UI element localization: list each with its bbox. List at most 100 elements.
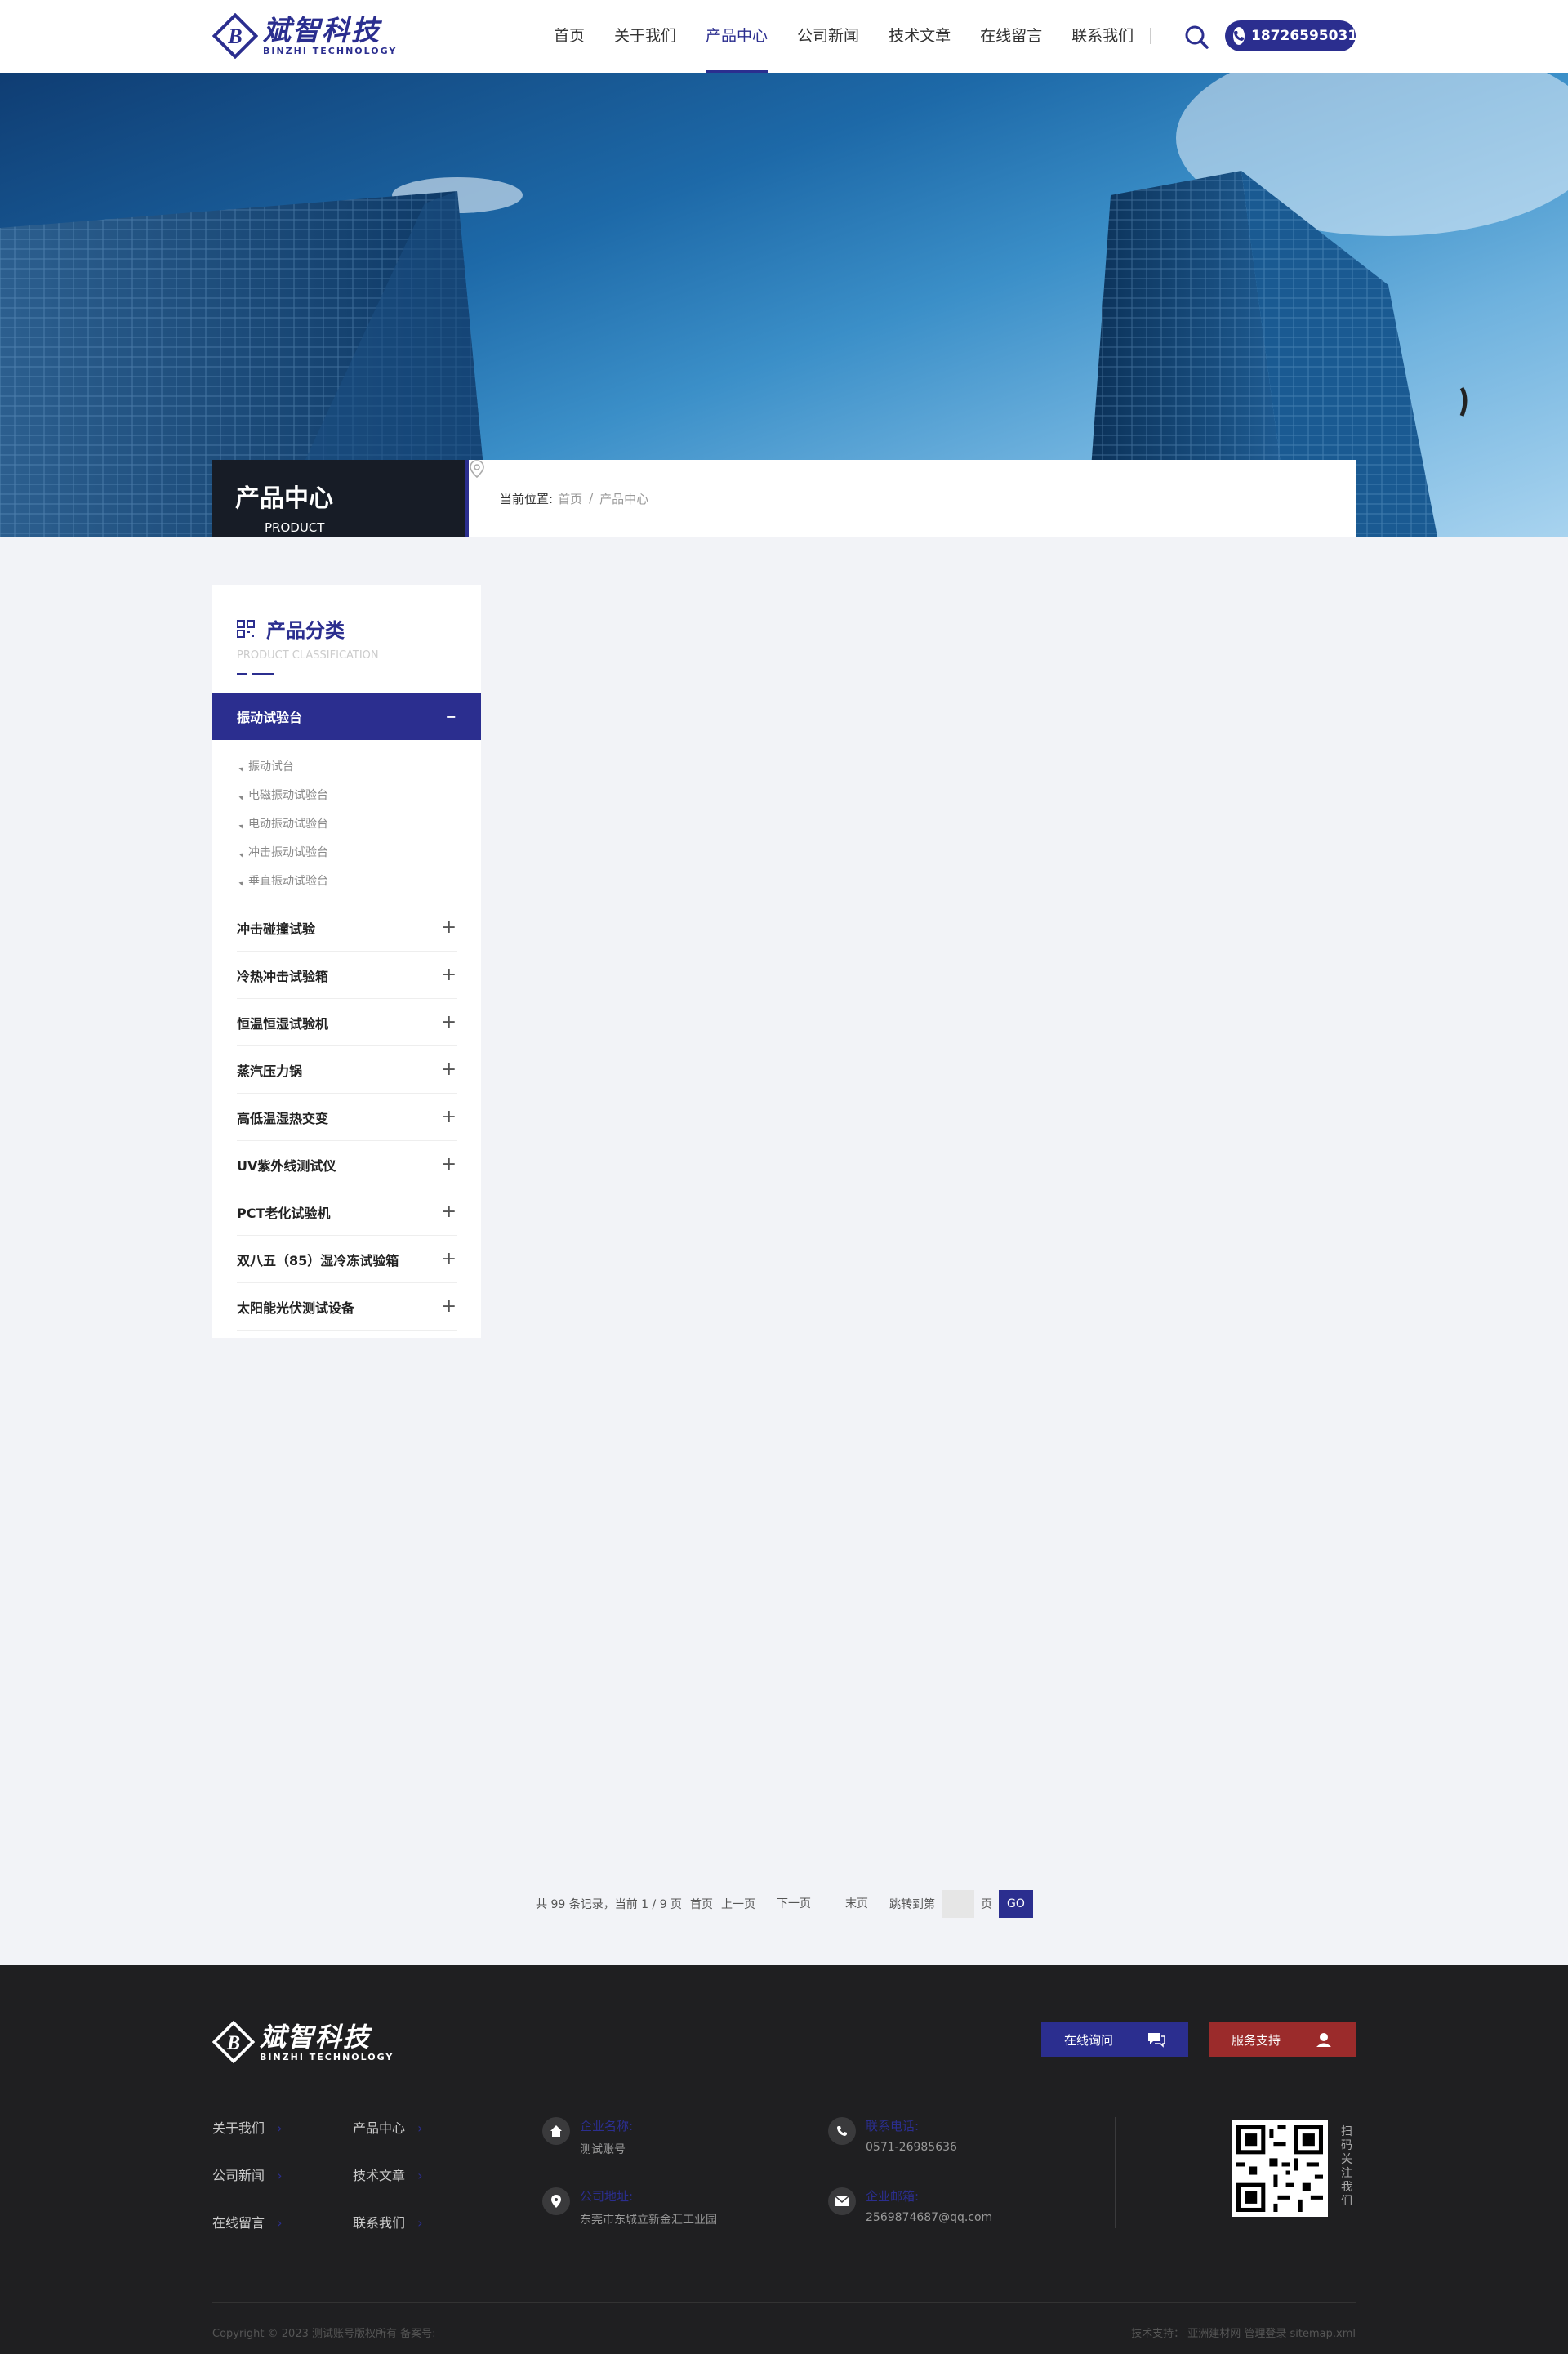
footer-link-message[interactable]: 在线留言 bbox=[212, 2212, 283, 2231]
address-label: 公司地址: bbox=[580, 2189, 634, 2204]
footer-hline bbox=[212, 2302, 1356, 2303]
logo-mark-icon: B bbox=[212, 2021, 255, 2063]
page-banner: 振动试验台HFH-300+a-bm.cn冲击振动试验台THV-80+a-bm.c… bbox=[0, 73, 1568, 537]
location-icon bbox=[470, 460, 484, 478]
nav-articles[interactable]: 技术文章 bbox=[889, 0, 951, 73]
sidebar-item[interactable]: 太阳能光伏测试设备 + bbox=[237, 1283, 457, 1331]
footer-logo-title: 斌智科技 bbox=[260, 2021, 372, 2053]
pagination: 共 99 条记录，当前 1 / 9 页 首页 上一页 下一页 末页 跳转到第 页… bbox=[536, 1890, 1033, 1918]
sidebar-item-label: 太阳能光伏测试设备 bbox=[237, 1300, 355, 1316]
chat-icon bbox=[1148, 2033, 1165, 2048]
expand-icon[interactable]: + bbox=[442, 1154, 457, 1175]
collapse-icon[interactable]: − bbox=[446, 709, 457, 724]
pager-next[interactable]: 下一页 bbox=[764, 1890, 825, 1918]
pager-page-unit: 页 bbox=[981, 1898, 993, 1911]
banner-title-box: 产品中心 PRODUCT bbox=[212, 460, 466, 537]
sidebar-subitem[interactable]: 电磁振动试验台 bbox=[248, 782, 481, 810]
nav-message[interactable]: 在线留言 bbox=[980, 0, 1042, 73]
breadcrumb-current[interactable]: 产品中心 bbox=[599, 490, 648, 507]
sidebar-title-decoration bbox=[237, 673, 481, 675]
nav-news[interactable]: 公司新闻 bbox=[797, 0, 859, 73]
sidebar-item[interactable]: 冲击碰撞试验 + bbox=[237, 904, 457, 952]
pager-prev[interactable]: 上一页 bbox=[721, 1896, 755, 1912]
footer-link-contact[interactable]: 联系我们 bbox=[353, 2212, 423, 2231]
expand-icon[interactable]: + bbox=[442, 1249, 457, 1269]
footer-link-articles[interactable]: 技术文章 bbox=[353, 2165, 423, 2184]
sidebar-subitem[interactable]: 冲击振动试验台 bbox=[248, 839, 481, 867]
sidebar-item[interactable]: PCT老化试验机 + bbox=[237, 1188, 457, 1236]
nav-home[interactable]: 首页 bbox=[554, 0, 585, 73]
nav-divider bbox=[1150, 28, 1151, 44]
site-header: B 斌智科技 BINZHI TECHNOLOGY 首页 关于我们 产品中心 公司… bbox=[0, 0, 1568, 73]
tech-support[interactable]: 技术支持： 亚洲建材网 管理登录 sitemap.xml bbox=[1131, 2325, 1356, 2340]
online-inquiry-button[interactable]: 在线询问 bbox=[1041, 2022, 1188, 2057]
nav-contact[interactable]: 联系我们 bbox=[1071, 0, 1134, 73]
sidebar-item-label: 冷热冲击试验箱 bbox=[237, 968, 329, 984]
logo-title: 斌智科技 bbox=[263, 14, 381, 47]
expand-icon[interactable]: + bbox=[442, 965, 457, 985]
email-value: 2569874687@qq.com bbox=[866, 2211, 993, 2224]
sidebar-item[interactable]: 双八五（85）湿冷冻试验箱 + bbox=[237, 1236, 457, 1283]
expand-icon[interactable]: + bbox=[442, 1059, 457, 1080]
sidebar-item-label: 高低温湿热交变 bbox=[237, 1110, 329, 1126]
search-icon[interactable] bbox=[1183, 23, 1210, 51]
expand-icon[interactable]: + bbox=[442, 917, 457, 938]
expand-icon[interactable]: + bbox=[442, 1296, 457, 1317]
footer-link-products[interactable]: 产品中心 bbox=[353, 2117, 423, 2137]
sidebar-item[interactable]: UV紫外线测试仪 + bbox=[237, 1141, 457, 1188]
pager-first[interactable]: 首页 bbox=[690, 1896, 713, 1912]
sidebar-title-en: PRODUCT CLASSIFICATION bbox=[237, 649, 379, 662]
company-value: 测试账号 bbox=[580, 2143, 626, 2156]
sidebar-item-label: 恒温恒湿试验机 bbox=[237, 1015, 329, 1032]
footer-link-news[interactable]: 公司新闻 bbox=[212, 2165, 283, 2184]
expand-icon[interactable]: + bbox=[442, 1012, 457, 1032]
email-label: 企业邮箱: bbox=[866, 2189, 920, 2204]
sidebar-item-label: 冲击碰撞试验 bbox=[237, 921, 316, 937]
sidebar-subitem[interactable]: 振动试台 bbox=[248, 753, 481, 782]
expand-icon[interactable]: + bbox=[442, 1107, 457, 1127]
pager-last[interactable]: 末页 bbox=[832, 1890, 882, 1918]
mail-icon bbox=[828, 2187, 856, 2215]
logo-mark-icon: B bbox=[212, 13, 258, 59]
breadcrumb-home[interactable]: 首页 bbox=[558, 490, 582, 507]
phone-icon bbox=[828, 2117, 856, 2145]
phone-number: 18726595031 bbox=[1251, 28, 1358, 44]
expand-icon[interactable]: + bbox=[442, 1202, 457, 1222]
nav-about[interactable]: 关于我们 bbox=[614, 0, 676, 73]
service-support-button[interactable]: 服务支持 bbox=[1209, 2022, 1356, 2057]
sidebar-item-active[interactable]: 振动试验台 − bbox=[212, 693, 481, 740]
pager-summary: 共 99 条记录，当前 1 / 9 页 bbox=[536, 1898, 683, 1911]
sidebar-item[interactable]: 冷热冲击试验箱 + bbox=[237, 952, 457, 999]
site-logo[interactable]: B 斌智科技 BINZHI TECHNOLOGY bbox=[212, 11, 400, 60]
pager-jump-input[interactable] bbox=[942, 1890, 975, 1918]
category-sidebar: 产品分类 PRODUCT CLASSIFICATION 振动试验台 − 振动试台… bbox=[212, 585, 481, 1338]
company-label: 企业名称: bbox=[580, 2119, 634, 2133]
sidebar-item-label: 振动试验台 bbox=[237, 710, 303, 725]
page-title: 产品中心 bbox=[235, 484, 333, 513]
footer-logo[interactable]: B 斌智科技 BINZHI TECHNOLOGY bbox=[212, 2021, 394, 2063]
sidebar-item[interactable]: 蒸汽压力锅 + bbox=[237, 1046, 457, 1094]
sidebar-item-label: 双八五（85）湿冷冻试验箱 bbox=[237, 1252, 399, 1268]
sidebar-subitem[interactable]: 电动振动试验台 bbox=[248, 810, 481, 839]
sidebar-item[interactable]: 恒温恒湿试验机 + bbox=[237, 999, 457, 1046]
logo-subtitle: BINZHI TECHNOLOGY bbox=[263, 45, 398, 56]
grid-icon bbox=[237, 619, 255, 638]
phone-button[interactable]: 18726595031 bbox=[1225, 20, 1358, 51]
footer-phone: 联系电话: 0571-26985636 bbox=[828, 2117, 957, 2154]
sidebar-subitem[interactable]: 垂直振动试验台 bbox=[248, 867, 481, 896]
address-value: 东莞市东城立新金汇工业园 bbox=[580, 2214, 717, 2227]
footer-logo-subtitle: BINZHI TECHNOLOGY bbox=[260, 2051, 394, 2062]
footer-divider bbox=[1115, 2117, 1116, 2228]
footer-link-about[interactable]: 关于我们 bbox=[212, 2117, 283, 2137]
sidebar-item-label: PCT老化试验机 bbox=[237, 1205, 331, 1221]
service-support-label: 服务支持 bbox=[1232, 2032, 1281, 2048]
svg-text:B: B bbox=[227, 25, 242, 48]
breadcrumb: 当前位置: 首页 / 产品中心 bbox=[466, 460, 1356, 537]
page-subtitle: PRODUCT bbox=[235, 520, 466, 535]
sidebar-item[interactable]: 高低温湿热交变 + bbox=[237, 1094, 457, 1141]
phone-label: 联系电话: bbox=[866, 2119, 920, 2133]
nav-products[interactable]: 产品中心 bbox=[706, 0, 768, 73]
support-icon bbox=[1316, 2033, 1331, 2047]
pager-go-button[interactable]: GO bbox=[999, 1890, 1033, 1918]
qr-code bbox=[1232, 2120, 1328, 2217]
